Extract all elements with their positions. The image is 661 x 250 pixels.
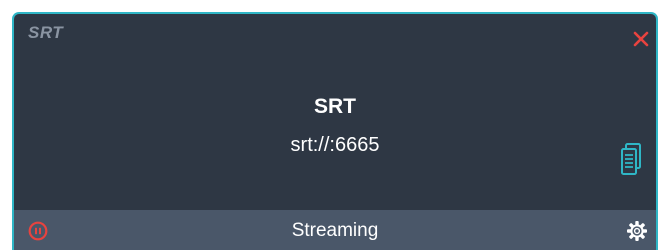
status-label: Streaming: [291, 220, 379, 241]
stream-url: srt://:6665: [290, 134, 380, 156]
stream-card: SRT SRT srt://:6665 Streaming: [12, 12, 658, 250]
gear-icon: [627, 221, 647, 241]
stream-info: SRT srt://:6665: [14, 94, 656, 158]
copy-url-button[interactable]: [620, 142, 642, 176]
settings-button[interactable]: [626, 220, 648, 242]
status-bar: Streaming: [14, 210, 656, 250]
close-button[interactable]: [628, 26, 654, 52]
stream-name: SRT: [314, 95, 356, 118]
close-icon: [633, 31, 649, 47]
copy-icon: [621, 143, 641, 175]
protocol-label: SRT: [28, 23, 64, 42]
